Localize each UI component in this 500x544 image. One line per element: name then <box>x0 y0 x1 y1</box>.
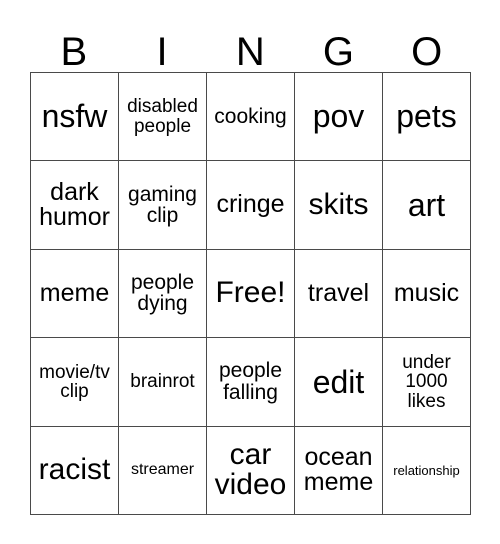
bingo-cell[interactable]: movie/tv clip <box>31 338 119 427</box>
bingo-cell[interactable]: dark humor <box>31 161 119 250</box>
bingo-header-cell-o: O <box>383 18 471 72</box>
bingo-cell[interactable]: edit <box>295 338 383 427</box>
bingo-cell[interactable]: under 1000 likes <box>383 338 471 427</box>
bingo-cell-label: ocean meme <box>303 442 374 497</box>
bingo-cell[interactable]: car video <box>207 426 295 515</box>
bingo-cell[interactable]: cringe <box>207 161 295 250</box>
bingo-cell-label: edit <box>312 363 365 400</box>
bingo-cell-label: movie/tv clip <box>39 361 110 402</box>
bingo-header-cell-g: G <box>295 18 383 72</box>
bingo-header-letter: I <box>156 30 169 74</box>
bingo-card: B I N G O nsfw disabled people cooking p… <box>0 0 500 544</box>
bingo-header-letter: O <box>411 30 443 74</box>
bingo-cell-label: travel <box>307 278 370 307</box>
bingo-cell[interactable]: relationship <box>383 426 471 515</box>
bingo-grid: nsfw disabled people cooking pov pets da… <box>30 72 471 515</box>
bingo-cell-label: cringe <box>216 190 285 219</box>
bingo-cell[interactable]: racist <box>31 426 119 515</box>
bingo-cell[interactable]: music <box>383 249 471 339</box>
bingo-cell-label: skits <box>308 187 369 221</box>
bingo-cell-label: nsfw <box>41 98 108 135</box>
bingo-cell-label: cooking <box>214 104 287 128</box>
bingo-cell[interactable]: gaming clip <box>119 161 207 250</box>
bingo-cell-label: gaming clip <box>128 182 197 228</box>
bingo-cell[interactable]: travel <box>295 249 383 339</box>
bingo-header-letter: N <box>235 30 266 74</box>
bingo-cell-label: music <box>393 278 460 307</box>
bingo-cell-label: car video <box>214 437 287 502</box>
bingo-cell[interactable]: nsfw <box>31 73 119 162</box>
bingo-cell-label: pets <box>396 98 457 135</box>
bingo-header-cell-b: B <box>30 18 118 72</box>
bingo-cell[interactable]: disabled people <box>119 73 207 162</box>
bingo-cell-label: meme <box>39 278 110 307</box>
bingo-cell[interactable]: people falling <box>207 338 295 427</box>
bingo-header-letter: B <box>60 30 88 74</box>
bingo-cell-label: Free! <box>215 276 286 310</box>
bingo-header-cell-i: I <box>118 18 206 72</box>
bingo-header-letter: G <box>322 30 355 74</box>
bingo-cell[interactable]: meme <box>31 249 119 339</box>
bingo-cell-label: streamer <box>130 461 195 479</box>
bingo-cell-label: people falling <box>218 359 283 404</box>
bingo-cell[interactable]: art <box>383 161 471 250</box>
bingo-header-row: B I N G O <box>30 18 471 72</box>
bingo-cell[interactable]: people dying <box>119 249 207 339</box>
bingo-cell-label: pov <box>312 98 365 135</box>
bingo-cell-free[interactable]: Free! <box>207 249 295 339</box>
bingo-header-cell-n: N <box>206 18 294 72</box>
bingo-cell[interactable]: pov <box>295 73 383 162</box>
bingo-cell[interactable]: streamer <box>119 426 207 515</box>
bingo-cell-label: relationship <box>393 462 460 478</box>
bingo-cell[interactable]: brainrot <box>119 338 207 427</box>
bingo-cell-label: people dying <box>130 271 195 316</box>
bingo-cell[interactable]: ocean meme <box>295 426 383 515</box>
bingo-cell-label: brainrot <box>130 371 195 393</box>
bingo-cell-label: racist <box>38 453 111 486</box>
bingo-cell-label: disabled people <box>127 96 198 137</box>
bingo-cell-label: dark humor <box>39 177 110 232</box>
bingo-cell[interactable]: cooking <box>207 73 295 162</box>
bingo-cell[interactable]: skits <box>295 161 383 250</box>
bingo-cell-label: art <box>407 186 446 223</box>
bingo-cell-label: under 1000 likes <box>402 351 451 412</box>
bingo-cell[interactable]: pets <box>383 73 471 162</box>
